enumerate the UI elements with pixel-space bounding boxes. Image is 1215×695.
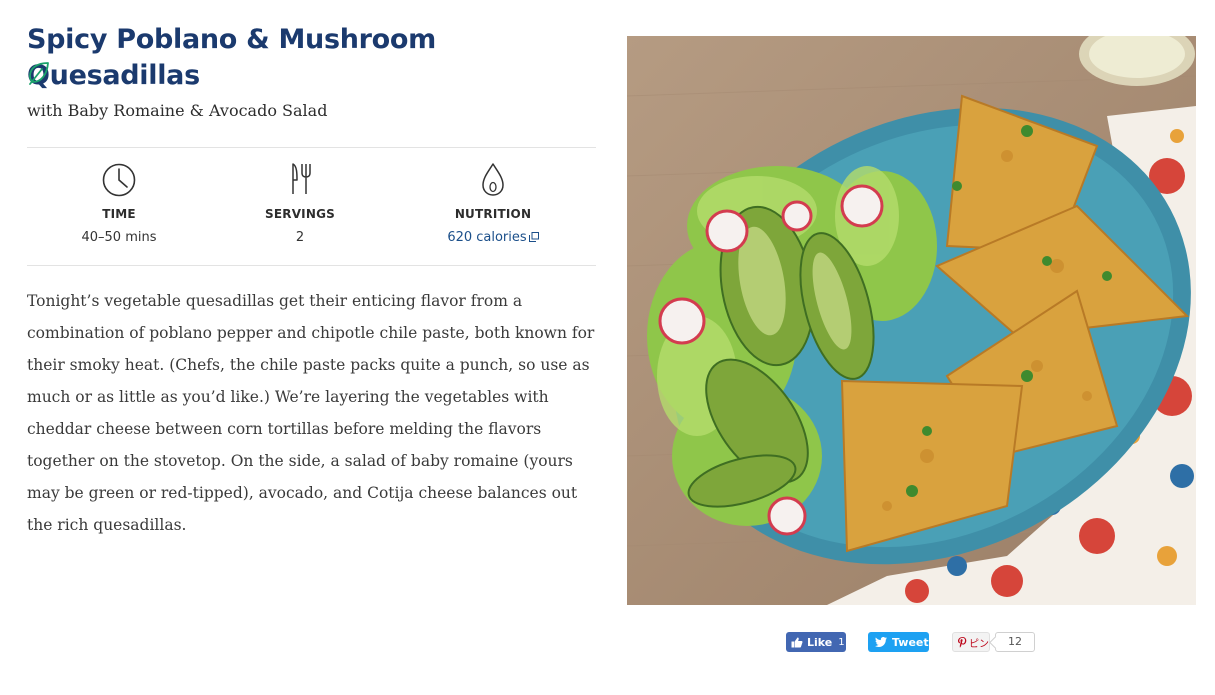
facebook-like-label[interactable]: Like <box>807 636 832 649</box>
clock-icon <box>102 163 136 197</box>
pinterest-pin-count: 12 <box>995 632 1035 652</box>
twitter-bird-icon[interactable] <box>875 637 887 647</box>
nutrition-calories-link[interactable]: 620 calories <box>398 230 588 245</box>
stat-servings-label: SERVINGS <box>265 207 335 221</box>
stat-nutrition-label: NUTRITION <box>454 207 532 221</box>
thumbs-up-icon[interactable] <box>791 637 803 648</box>
stat-time-label: TIME <box>102 207 136 221</box>
stat-time-value: 40–50 mins <box>81 230 157 245</box>
drop-icon <box>482 163 504 196</box>
facebook-like-count[interactable]: 1 <box>838 637 844 648</box>
recipe-photo <box>627 36 1196 605</box>
fork-knife-icon <box>292 163 311 194</box>
pinterest-pin-button[interactable]: ピン <box>952 632 990 652</box>
stat-servings: SERVINGS 2 <box>205 158 395 245</box>
twitter-tweet-label[interactable]: Tweet <box>892 636 929 649</box>
divider-bottom <box>27 265 596 266</box>
twitter-tweet-button[interactable]: Tweet <box>868 632 929 652</box>
stat-servings-value: 2 <box>295 230 305 245</box>
divider-top <box>27 147 596 148</box>
pinterest-pin-label[interactable]: ピン <box>969 635 989 650</box>
leaf-icon <box>29 62 49 85</box>
stat-nutrition: NUTRITION 620 calories <box>398 158 588 245</box>
popup-icon[interactable] <box>528 232 539 242</box>
facebook-like-button[interactable]: Like 1 <box>786 632 846 652</box>
pinterest-p-icon[interactable] <box>958 636 967 648</box>
nutrition-calories-text[interactable]: 620 calories <box>447 230 526 245</box>
stat-time: TIME 40–50 mins <box>24 158 214 245</box>
recipe-title: Spicy Poblano & Mushroom Quesadillas <box>27 24 437 91</box>
recipe-description: Tonight’s vegetable quesadillas get thei… <box>27 292 595 534</box>
recipe-subtitle: with Baby Romaine & Avocado Salad <box>27 101 328 120</box>
